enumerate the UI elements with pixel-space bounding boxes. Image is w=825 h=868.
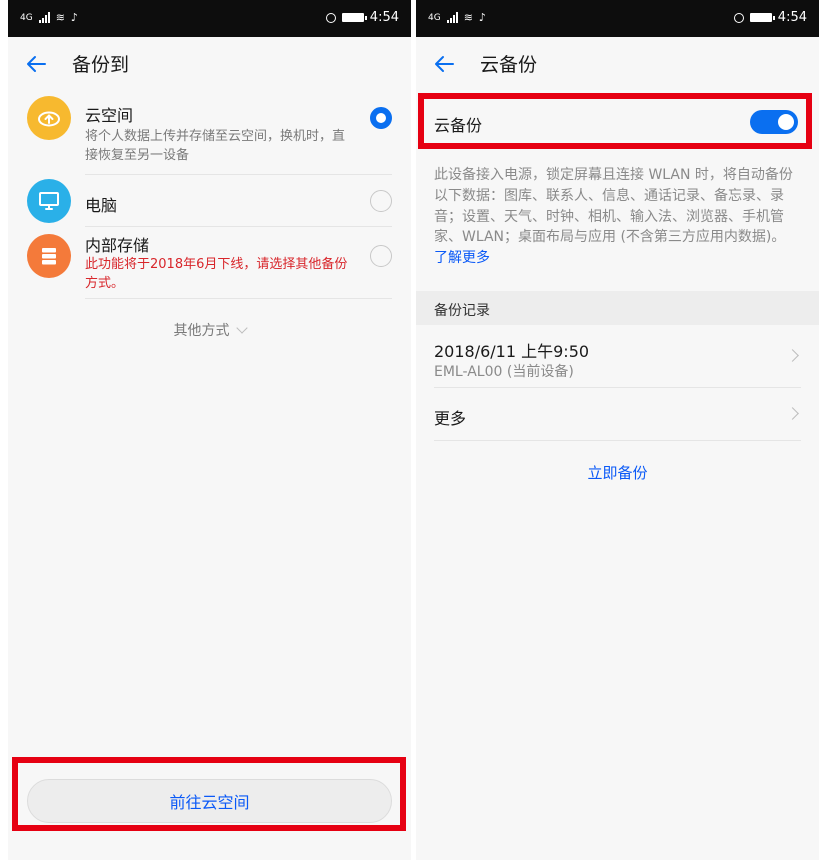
divider: [85, 174, 392, 175]
option-warning: 此功能将于2018年6月下线，请选择其他备份方式。: [85, 257, 348, 291]
status-bar: 4G ≋ ♪ 4:54: [8, 0, 411, 37]
left-phone-screen: 4G ≋ ♪ 4:54 备份到 云空间 将个人数据上传并存储至云空间，换机时，直…: [8, 0, 411, 860]
header: 云备份: [416, 37, 819, 90]
section-title: 备份记录: [434, 303, 490, 319]
highlight-box-go-button: [12, 757, 406, 831]
radio-unselected[interactable]: [370, 190, 392, 212]
chevron-right-icon: [786, 407, 799, 420]
divider: [85, 298, 392, 299]
record-subtitle: EML-AL00 (当前设备): [434, 364, 574, 380]
battery-icon: [341, 13, 367, 22]
option-internal-storage[interactable]: 内部存储 此功能将于2018年6月下线，请选择其他备份方式。: [8, 228, 411, 298]
option-computer[interactable]: 电脑: [8, 176, 411, 226]
other-ways-link[interactable]: 其他方式: [8, 320, 411, 340]
network-type: 4G: [20, 12, 33, 23]
learn-more-link[interactable]: 了解更多: [434, 250, 490, 266]
divider: [434, 440, 801, 441]
radio-unselected[interactable]: [370, 245, 392, 267]
backup-description: 此设备接入电源，锁定屏幕且连接 WLAN 时，将自动备份以下数据：图库、联系人、…: [434, 165, 801, 269]
more-records-item[interactable]: 更多: [416, 388, 819, 440]
tiktok-icon: ♪: [478, 11, 486, 24]
section-header-backup-records: 备份记录: [416, 291, 819, 325]
wifi-icon: ≋: [463, 11, 473, 24]
cloud-icon: [27, 96, 71, 140]
chevron-right-icon: [786, 349, 799, 362]
page-title: 云备份: [480, 54, 538, 76]
backup-record-item[interactable]: 2018/6/11 上午9:50 EML-AL00 (当前设备): [416, 325, 819, 387]
alarm-icon: [733, 12, 744, 23]
description-text: 此设备接入电源，锁定屏幕且连接 WLAN 时，将自动备份以下数据：图库、联系人、…: [434, 167, 793, 246]
signal-icon: [38, 12, 50, 23]
status-time: 4:54: [369, 10, 399, 25]
backup-now-label: 立即备份: [587, 464, 648, 482]
back-arrow-icon[interactable]: [24, 52, 48, 76]
record-title: 2018/6/11 上午9:50: [434, 342, 590, 361]
option-title: 电脑: [85, 196, 118, 215]
option-title: 内部存储: [85, 236, 150, 255]
wifi-icon: ≋: [55, 11, 65, 24]
option-description: 将个人数据上传并存储至云空间，换机时，直接恢复至另一设备: [85, 129, 346, 163]
option-cloud-space[interactable]: 云空间 将个人数据上传并存储至云空间，换机时，直接恢复至另一设备: [8, 94, 411, 176]
backup-now-button[interactable]: 立即备份: [416, 462, 819, 483]
back-arrow-icon[interactable]: [432, 52, 456, 76]
radio-selected[interactable]: [370, 107, 392, 129]
highlight-box-toggle: [418, 93, 812, 149]
divider: [85, 226, 392, 227]
chevron-down-icon: [235, 322, 248, 334]
status-time: 4:54: [777, 10, 807, 25]
page-title: 备份到: [72, 54, 130, 76]
option-title: 云空间: [85, 106, 134, 125]
other-ways-label: 其他方式: [173, 323, 230, 339]
storage-icon: [27, 234, 71, 278]
network-type: 4G: [428, 12, 441, 23]
battery-icon: [749, 13, 775, 22]
monitor-icon: [27, 179, 71, 223]
more-label: 更多: [434, 409, 467, 428]
header: 备份到: [8, 37, 411, 90]
signal-icon: [446, 12, 458, 23]
tiktok-icon: ♪: [70, 11, 78, 24]
status-bar: 4G ≋ ♪ 4:54: [416, 0, 819, 37]
alarm-icon: [325, 12, 336, 23]
